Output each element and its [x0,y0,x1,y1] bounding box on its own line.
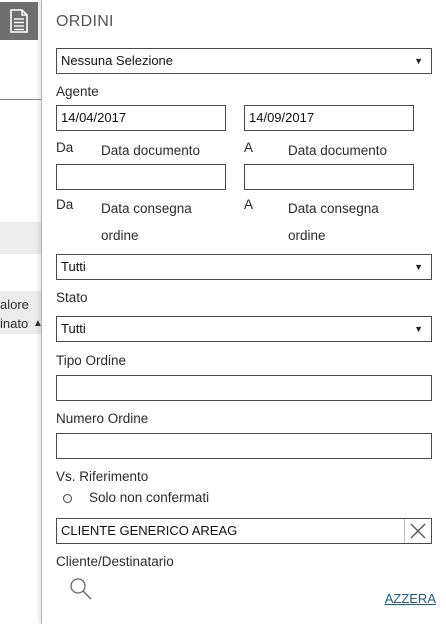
chevron-down-icon: ▼ [414,262,423,272]
selection-dropdown[interactable]: Nessuna Selezione ▼ [56,48,432,74]
delivery-from-prefix: Da [56,197,74,212]
close-icon [410,523,426,539]
delivery-to-label-line2: ordine [288,228,326,243]
order-type-dropdown-value: Tutti [61,321,86,336]
chevron-down-icon: ▼ [414,56,423,66]
delivery-from-label-line1: Data consegna [101,201,192,216]
background-row-band [0,222,41,254]
reference-label: Vs. Riferimento [56,469,149,484]
status-dropdown[interactable]: Tutti ▼ [56,254,432,280]
delivery-date-from-input[interactable] [56,164,226,190]
column-header-line1: alore [0,297,29,312]
chevron-down-icon: ▼ [414,324,423,334]
document-icon-button[interactable] [0,2,38,40]
customer-input[interactable]: CLIENTE GENERICO AREAG [56,518,432,544]
date-document-to-input[interactable]: 14/09/2017 [244,105,414,131]
customer-label: Cliente/Destinatario [56,554,174,569]
reset-link[interactable]: AZZERA [385,591,436,606]
date-from-prefix: Da [56,140,74,155]
delivery-to-label-line1: Data consegna [288,201,379,216]
delivery-from-label-line2: ordine [101,228,139,243]
unconfirmed-only-radio[interactable] [63,494,72,503]
clear-customer-button[interactable] [404,519,431,543]
column-header-line2: inato [0,316,29,331]
customer-value: CLIENTE GENERICO AREAG [61,523,238,538]
unconfirmed-only-label: Solo non confermati [89,490,210,505]
order-number-label: Numero Ordine [56,411,149,426]
date-document-to-value: 14/09/2017 [249,110,315,125]
background-divider [0,99,41,100]
agent-label: Agente [56,84,99,99]
background-column-header[interactable]: alore inato ▲ [0,291,41,334]
background-app: alore inato ▲ [0,0,41,624]
reference-input[interactable] [56,433,432,459]
date-document-from-label: Data documento [101,143,201,158]
orders-filter-panel: ORDINI Nessuna Selezione ▼ Agente 14/04/… [41,0,446,624]
date-to-prefix: A [244,140,254,155]
order-type-label: Tipo Ordine [56,353,127,368]
date-document-from-value: 14/04/2017 [61,110,127,125]
order-number-input[interactable] [56,375,432,401]
panel-title: ORDINI [56,13,114,30]
date-document-from-input[interactable]: 14/04/2017 [56,105,226,131]
search-icon [70,578,92,600]
selection-dropdown-value: Nessuna Selezione [61,53,174,68]
document-icon [10,9,28,33]
status-dropdown-value: Tutti [61,259,86,274]
sort-icon[interactable]: ▲ [33,315,41,333]
order-type-dropdown[interactable]: Tutti ▼ [56,316,432,342]
delivery-date-to-input[interactable] [244,164,414,190]
search-button[interactable] [68,576,94,602]
status-label: Stato [56,290,88,305]
date-document-to-label: Data documento [288,143,388,158]
delivery-to-prefix: A [244,197,254,212]
